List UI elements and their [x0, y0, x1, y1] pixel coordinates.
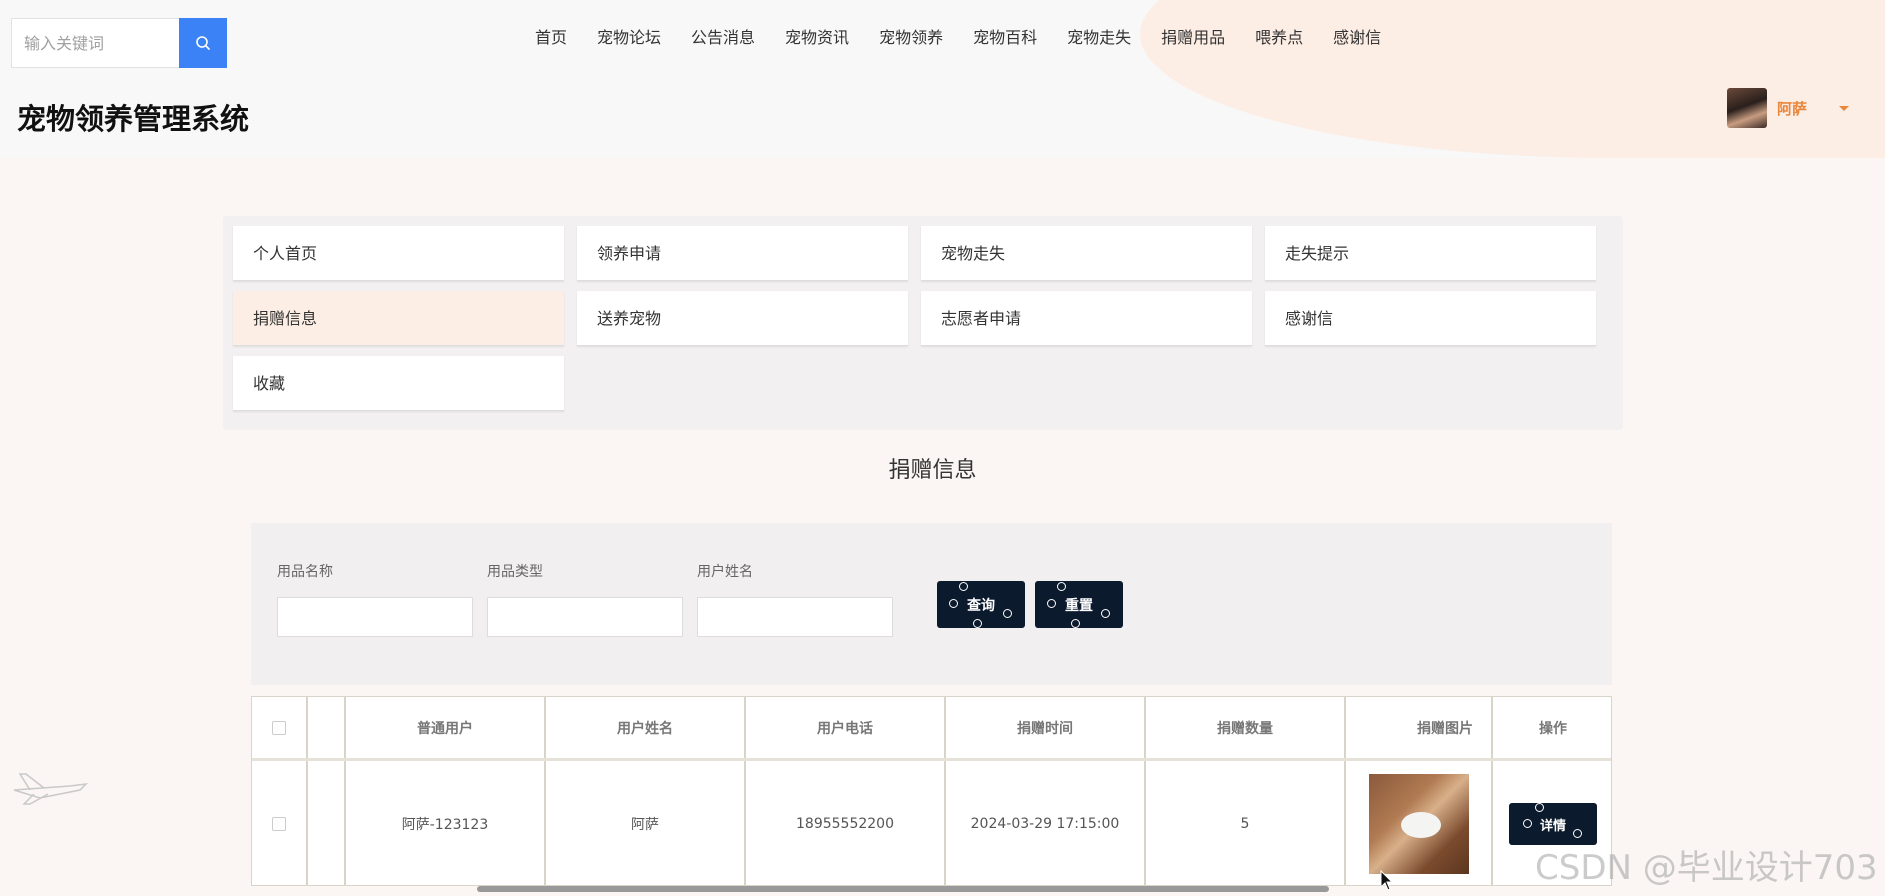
chevron-down-icon[interactable] [1839, 105, 1850, 111]
search-icon [196, 36, 211, 51]
table-cell-quantity: 5 [1146, 761, 1346, 885]
bubble-decoration [1573, 829, 1582, 838]
top-nav: 首页 宠物论坛 公告消息 宠物资讯 宠物领养 宠物百科 宠物走失 捐赠用品 喂养… [520, 24, 1396, 50]
row-select-cell [252, 761, 308, 885]
nav-item-forum[interactable]: 宠物论坛 [582, 24, 676, 50]
bubble-decoration [1057, 582, 1066, 591]
search-input[interactable] [11, 18, 179, 68]
filter-panel: 用品名称 用品类型 用户姓名 查询 重置 [251, 523, 1612, 685]
menu-item-volunteer-application[interactable]: 志愿者申请 [921, 291, 1252, 346]
row-checkbox[interactable] [272, 817, 286, 831]
reset-button-label: 重置 [1065, 597, 1093, 614]
column-header[interactable]: 操作 [1493, 697, 1611, 758]
search-bar [11, 18, 227, 68]
menu-item-profile-home[interactable]: 个人首页 [233, 226, 564, 281]
nav-item-donated-supplies[interactable]: 捐赠用品 [1146, 24, 1240, 50]
mouse-cursor-icon [1380, 870, 1394, 891]
nav-item-adoption[interactable]: 宠物领养 [864, 24, 958, 50]
page-title: 捐赠信息 [888, 458, 977, 483]
query-button[interactable]: 查询 [937, 581, 1025, 628]
bubble-decoration [1047, 599, 1056, 608]
menu-item-thank-you-letters[interactable]: 感谢信 [1265, 291, 1596, 346]
bubble-decoration [973, 619, 982, 628]
site-title: 宠物领养管理系统 [17, 102, 250, 136]
column-header[interactable]: 捐赠图片 [1346, 697, 1493, 758]
bubble-decoration [1101, 609, 1110, 618]
personal-menu-panel: 个人首页 领养申请 宠物走失 走失提示 捐赠信息 送养宠物 志愿者申请 感谢信 … [223, 216, 1623, 430]
menu-item-donation-info[interactable]: 捐赠信息 [233, 291, 564, 346]
avatar[interactable] [1727, 88, 1767, 128]
menu-item-favorites[interactable]: 收藏 [233, 356, 564, 411]
filter-label-user-name: 用户姓名 [697, 564, 753, 580]
menu-item-rehome-pets[interactable]: 送养宠物 [577, 291, 908, 346]
nav-item-lost-pets[interactable]: 宠物走失 [1052, 24, 1146, 50]
bubble-decoration [1523, 819, 1532, 828]
column-header[interactable]: 用户姓名 [546, 697, 746, 758]
donation-image[interactable] [1368, 774, 1469, 874]
user-menu[interactable]: 阿萨 [1727, 88, 1850, 128]
donation-table: 普通用户 用户姓名 用户电话 捐赠时间 捐赠数量 捐赠图片 操作 阿萨-1231… [251, 696, 1612, 886]
nav-item-announcements[interactable]: 公告消息 [676, 24, 770, 50]
nav-item-thank-you-letters[interactable]: 感谢信 [1318, 24, 1396, 50]
nav-item-news[interactable]: 宠物资讯 [770, 24, 864, 50]
filter-label-item-type: 用品类型 [487, 564, 543, 580]
header-select-cell [252, 697, 308, 758]
user-name-input[interactable] [697, 597, 893, 637]
reset-button[interactable]: 重置 [1035, 581, 1123, 628]
header-index-cell [308, 697, 346, 758]
menu-item-lost-pets[interactable]: 宠物走失 [921, 226, 1252, 281]
row-index-cell [308, 761, 346, 885]
item-type-input[interactable] [487, 597, 683, 637]
bubble-decoration [959, 582, 968, 591]
menu-item-lost-alerts[interactable]: 走失提示 [1265, 226, 1596, 281]
horizontal-scrollbar[interactable] [477, 886, 1329, 892]
bubble-decoration [1535, 803, 1544, 812]
filter-label-item-name: 用品名称 [277, 564, 333, 580]
detail-button-label: 详情 [1539, 818, 1566, 834]
detail-button[interactable]: 详情 [1509, 803, 1597, 845]
table-cell-account: 阿萨-123123 [346, 761, 546, 885]
search-button[interactable] [179, 18, 227, 68]
column-header[interactable]: 捐赠时间 [946, 697, 1146, 758]
column-header[interactable]: 捐赠数量 [1146, 697, 1346, 758]
table-cell-image [1346, 761, 1493, 885]
nav-item-feeding-points[interactable]: 喂养点 [1240, 24, 1318, 50]
site-header: 首页 宠物论坛 公告消息 宠物资讯 宠物领养 宠物百科 宠物走失 捐赠用品 喂养… [0, 0, 1885, 158]
nav-item-encyclopedia[interactable]: 宠物百科 [958, 24, 1052, 50]
query-button-label: 查询 [967, 597, 995, 614]
watermark: CSDN @毕业设计703 [1535, 848, 1878, 888]
bubble-decoration [1071, 619, 1080, 628]
item-name-input[interactable] [277, 597, 473, 637]
menu-item-adoption-applications[interactable]: 领养申请 [577, 226, 908, 281]
select-all-checkbox[interactable] [272, 720, 286, 735]
user-name[interactable]: 阿萨 [1777, 98, 1807, 119]
column-header[interactable]: 用户电话 [746, 697, 946, 758]
column-header[interactable]: 普通用户 [346, 697, 546, 758]
table-cell-phone: 18955552200 [746, 761, 946, 885]
bubble-decoration [1003, 609, 1012, 618]
airplane-icon [13, 773, 89, 805]
bubble-decoration [949, 599, 958, 608]
nav-item-home[interactable]: 首页 [520, 24, 582, 50]
table-cell-name: 阿萨 [546, 761, 746, 885]
table-cell-time: 2024-03-29 17:15:00 [946, 761, 1146, 885]
